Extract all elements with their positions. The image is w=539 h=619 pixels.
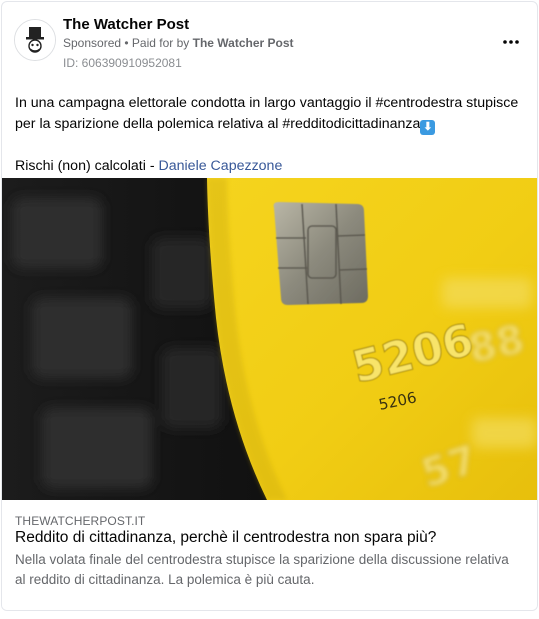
- credit-prefix: Rischi (non) calcolati -: [15, 158, 159, 174]
- link-domain: THEWATCHERPOST.IT: [15, 514, 146, 528]
- link-title[interactable]: Reddito di cittadinanza, perchè il centr…: [15, 529, 436, 547]
- sponsored-label[interactable]: Sponsored: [63, 36, 121, 50]
- paid-for-name: The Watcher Post: [192, 36, 294, 50]
- hashtag-reddito[interactable]: #redditodicittadinanza: [282, 116, 420, 132]
- post-header: The Watcher Post Sponsored • Paid for by…: [2, 2, 537, 82]
- more-horizontal-icon: [503, 40, 519, 44]
- down-arrow-emoji-icon: ⬇: [420, 120, 436, 135]
- hashtag-centrodestra[interactable]: #centrodestra: [375, 95, 462, 111]
- message-text: In una campagna elettorale condotta in l…: [15, 95, 376, 111]
- link-preview[interactable]: THEWATCHERPOST.IT Reddito di cittadinanz…: [2, 500, 537, 610]
- credit-card-photo: 5206 5206 88 57: [2, 178, 537, 500]
- paid-for-prefix: Paid for by: [131, 36, 193, 50]
- author-link[interactable]: Daniele Capezzone: [159, 158, 283, 174]
- meta-separator: •: [121, 36, 132, 50]
- sponsored-meta: Sponsored • Paid for by The Watcher Post: [63, 36, 294, 50]
- sponsored-post-card: The Watcher Post Sponsored • Paid for by…: [1, 1, 538, 611]
- post-message: In una campagna elettorale condotta in l…: [15, 93, 530, 177]
- post-image[interactable]: 5206 5206 88 57: [2, 178, 537, 500]
- page-avatar[interactable]: [14, 19, 56, 61]
- chef-hat-logo-icon: [15, 20, 55, 60]
- more-options-button[interactable]: [499, 32, 523, 52]
- ad-id: ID: 606390910952081: [63, 56, 182, 70]
- page-name[interactable]: The Watcher Post: [63, 16, 189, 33]
- post-message-paragraph: In una campagna elettorale condotta in l…: [15, 93, 530, 135]
- post-message-credit: Rischi (non) calcolati - Daniele Capezzo…: [15, 156, 530, 177]
- link-description: Nella volata finale del centrodestra stu…: [15, 552, 509, 587]
